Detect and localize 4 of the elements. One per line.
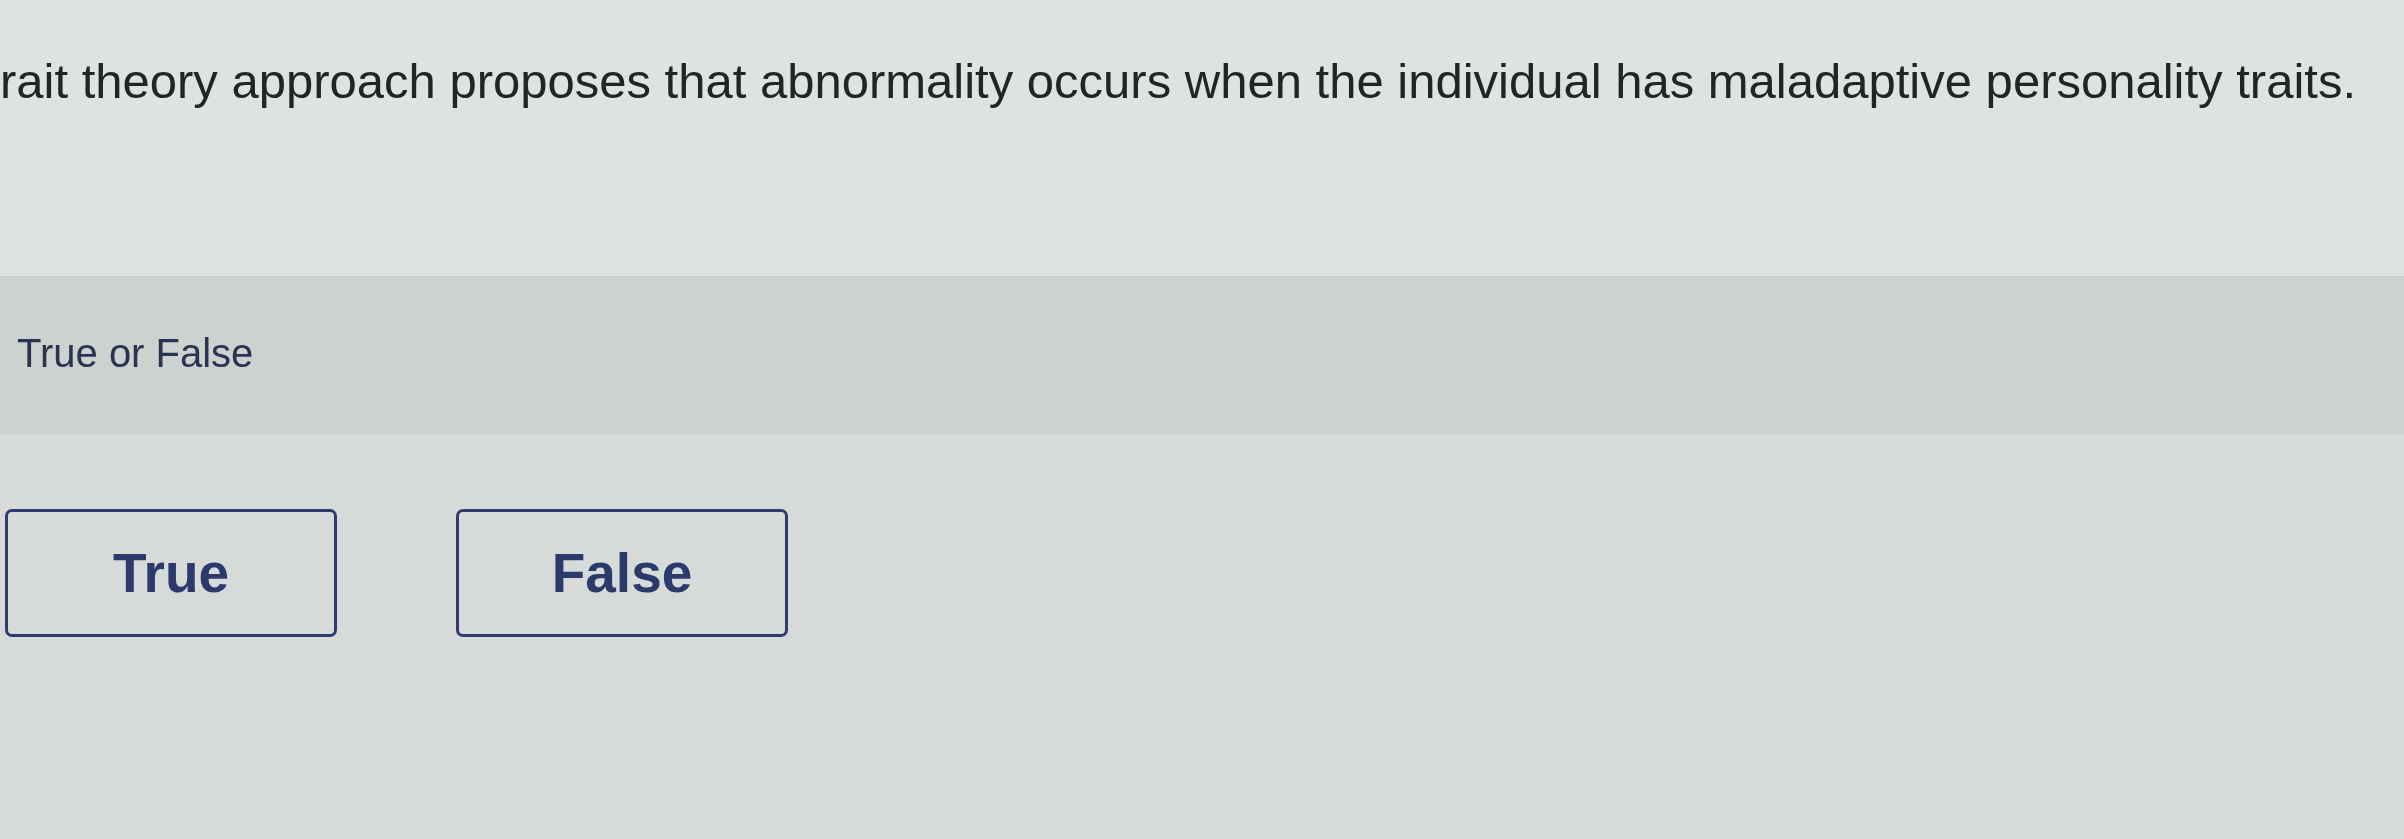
answer-option[interactable]: False: [456, 509, 788, 637]
answer-option[interactable]: True: [5, 509, 337, 637]
question-text: rait theory approach proposes that abnormality occurs when the individual has maladaptive personality traits.: [0, 53, 2356, 110]
prompt-label: True or False: [17, 330, 254, 377]
